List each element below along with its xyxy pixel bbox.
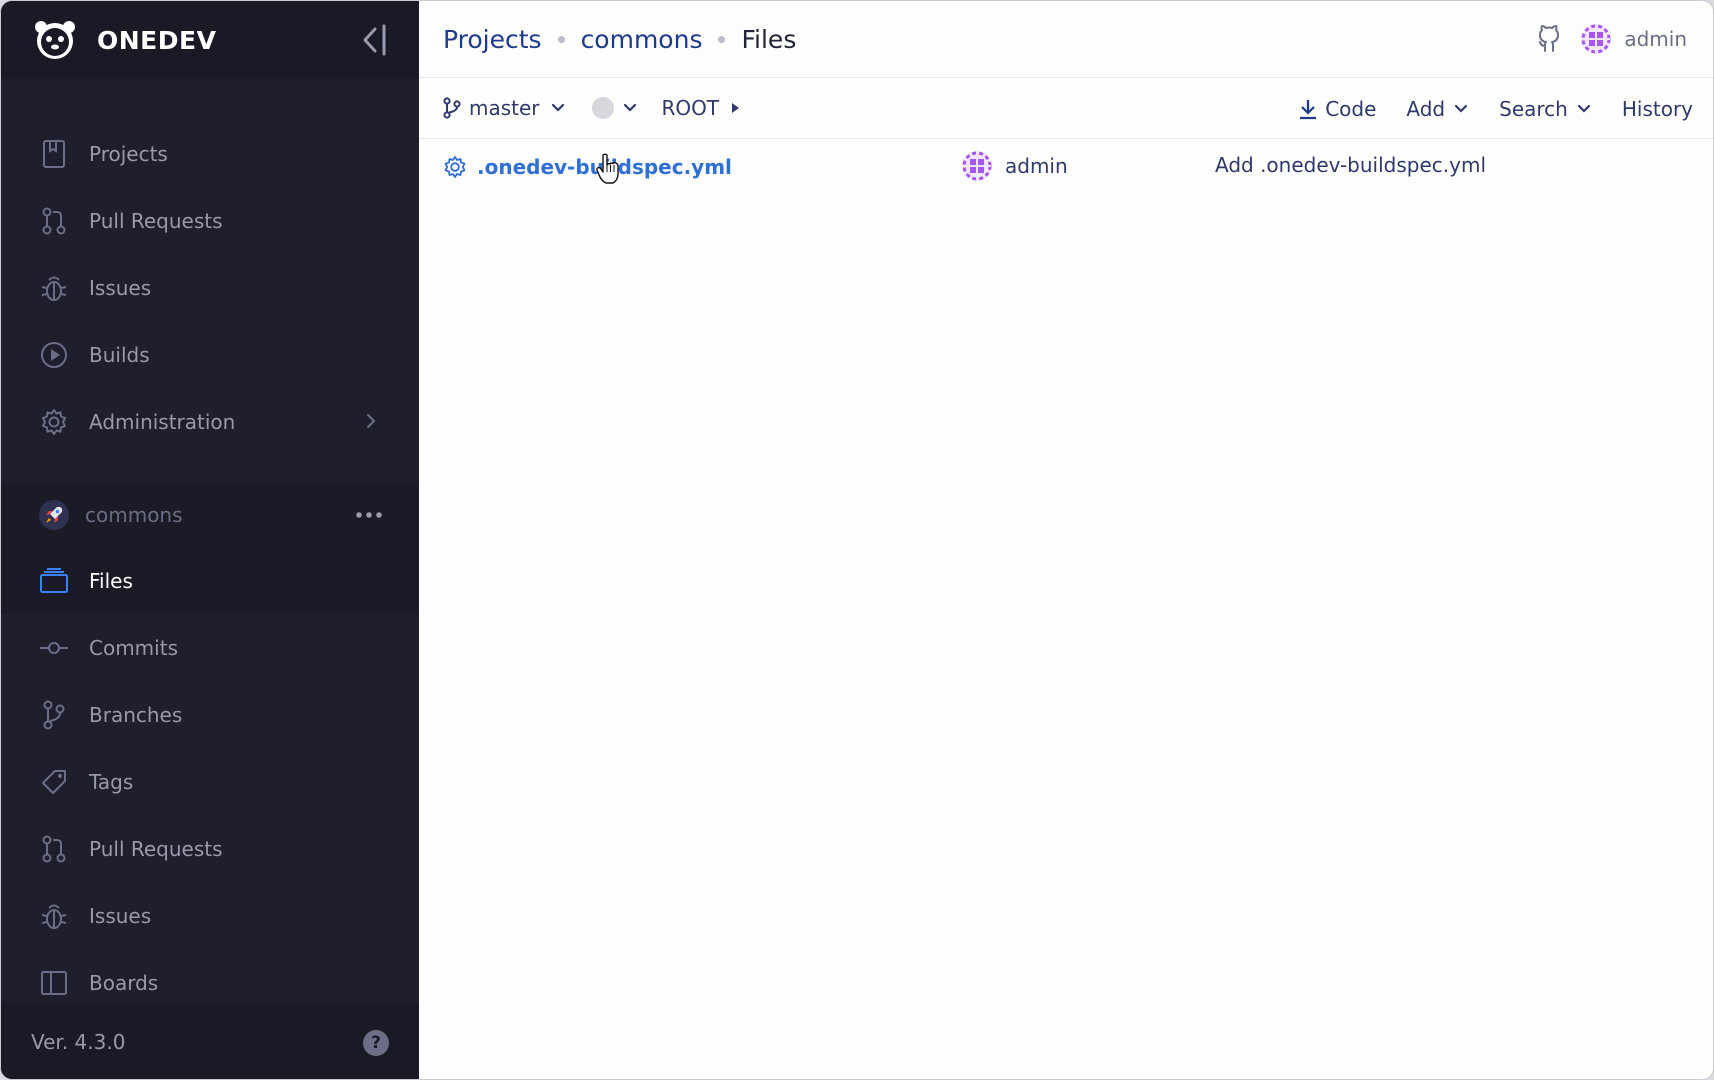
sidebar-item-label: Branches <box>89 702 183 727</box>
user-avatar-icon[interactable] <box>1580 23 1612 55</box>
path-root-label: ROOT <box>661 96 720 120</box>
chevron-down-icon <box>623 103 636 112</box>
breadcrumb-files: Files <box>741 24 797 54</box>
topbar-user-area: admin <box>1536 23 1687 55</box>
history-button[interactable]: History <box>1622 97 1693 121</box>
chevron-down-icon <box>1455 104 1468 113</box>
sidebar-item-label: Pull Requests <box>89 836 223 861</box>
github-icon[interactable] <box>1536 24 1562 54</box>
sidebar-item-commits[interactable]: Commits <box>1 614 419 681</box>
help-icon[interactable]: ? <box>363 1030 389 1056</box>
pull-request-icon <box>39 834 69 864</box>
projects-icon <box>39 139 69 169</box>
sidebar-item-branches[interactable]: Branches <box>1 681 419 748</box>
caret-right-icon <box>732 103 740 113</box>
sidebar-item-label: Issues <box>89 903 152 928</box>
breadcrumb-projects[interactable]: Projects <box>443 25 542 54</box>
file-list: .onedev-buildspec.yml admin Add .onedev-… <box>419 139 1713 195</box>
sidebar-item-label: Tags <box>89 769 134 794</box>
sidebar-item-projects[interactable]: Projects <box>1 120 419 187</box>
sidebar-item-project-pull-requests[interactable]: Pull Requests <box>1 815 419 882</box>
sidebar-item-files[interactable]: Files <box>1 547 419 614</box>
rocket-icon <box>39 500 69 530</box>
project-name: commons <box>85 503 183 527</box>
author-avatar-icon[interactable] <box>961 150 993 182</box>
breadcrumb-commons[interactable]: commons <box>581 25 703 54</box>
sidebar-item-pull-requests[interactable]: Pull Requests <box>1 187 419 254</box>
sidebar-footer: Ver. 4.3.0 ? <box>1 1003 419 1079</box>
table-row: .onedev-buildspec.yml admin Add .onedev-… <box>419 139 1713 195</box>
sidebar-item-label: Boards <box>89 970 159 995</box>
app-window: ONEDEV Projects Pull Requests Issues Bui… <box>0 0 1714 1080</box>
file-name-link[interactable]: .onedev-buildspec.yml <box>477 155 732 179</box>
search-menu-button[interactable]: Search <box>1499 97 1592 121</box>
author-name-link[interactable]: admin <box>1005 154 1068 178</box>
sidebar: ONEDEV Projects Pull Requests Issues Bui… <box>1 1 419 1079</box>
sidebar-item-label: Pull Requests <box>89 208 223 233</box>
onedev-logo-icon[interactable] <box>31 16 79 64</box>
chevron-down-icon <box>1577 104 1590 113</box>
history-label: History <box>1621 96 1693 121</box>
board-icon <box>39 968 69 998</box>
toolbar-actions: Code Add Search History <box>1268 78 1693 139</box>
sidebar-item-project-issues[interactable]: Issues <box>1 882 419 949</box>
user-name[interactable]: admin <box>1624 27 1687 51</box>
sidebar-item-label: Commits <box>89 635 178 660</box>
project-header[interactable]: commons <box>1 483 419 547</box>
bug-icon <box>39 901 69 931</box>
sidebar-item-administration[interactable]: Administration <box>1 388 419 455</box>
branch-icon <box>443 97 461 119</box>
breadcrumb-separator <box>557 35 565 43</box>
sidebar-item-issues[interactable]: Issues <box>1 254 419 321</box>
tag-icon <box>39 767 69 797</box>
sidebar-item-label: Administration <box>89 409 236 434</box>
sidebar-item-label: Builds <box>89 342 150 367</box>
sidebar-item-label: Files <box>89 568 133 593</box>
files-icon <box>39 566 69 596</box>
chevron-right-icon <box>367 414 376 428</box>
sidebar-item-tags[interactable]: Tags <box>1 748 419 815</box>
main-nav: Projects Pull Requests Issues Builds Adm… <box>1 120 419 455</box>
branch-icon <box>39 700 69 730</box>
breadcrumb: Projects commons Files <box>443 25 796 54</box>
commit-message-link[interactable]: Add .onedev-buildspec.yml <box>1215 153 1486 177</box>
file-author: admin <box>961 150 1068 182</box>
gear-icon <box>39 407 69 437</box>
code-label: Code <box>1325 96 1377 121</box>
bug-icon <box>39 273 69 303</box>
file-toolbar: master ROOT Code Add Search History <box>419 78 1713 139</box>
sidebar-item-label: Projects <box>89 141 168 166</box>
play-circle-icon <box>39 340 69 370</box>
project-nav: Files Commits Branches Tags Pull Request… <box>1 547 419 1016</box>
brand-name: ONEDEV <box>97 25 217 55</box>
main-content: Projects commons Files admin master ROOT… <box>419 1 1713 1079</box>
gear-icon <box>444 156 466 178</box>
breadcrumb-separator <box>718 35 726 43</box>
add-label: Add <box>1406 96 1446 121</box>
collapse-sidebar-icon[interactable] <box>361 23 389 57</box>
sidebar-item-builds[interactable]: Builds <box>1 321 419 388</box>
commit-icon <box>39 633 69 663</box>
code-download-button[interactable]: Code <box>1298 97 1376 121</box>
topbar: Projects commons Files admin <box>419 1 1713 78</box>
chevron-down-icon <box>551 103 564 112</box>
path-root[interactable]: ROOT <box>662 96 742 120</box>
brand-header: ONEDEV <box>1 1 419 79</box>
pull-request-icon <box>39 206 69 236</box>
build-status-selector[interactable] <box>591 97 638 119</box>
branch-name: master <box>469 96 540 120</box>
build-status-dot <box>591 97 614 119</box>
branch-selector[interactable]: master <box>443 96 566 120</box>
download-icon <box>1300 99 1317 119</box>
sidebar-item-label: Issues <box>89 275 152 300</box>
add-menu-button[interactable]: Add <box>1406 97 1469 121</box>
more-options-icon[interactable] <box>355 503 383 527</box>
version-label: Ver. 4.3.0 <box>31 1030 126 1054</box>
search-label: Search <box>1499 96 1568 121</box>
